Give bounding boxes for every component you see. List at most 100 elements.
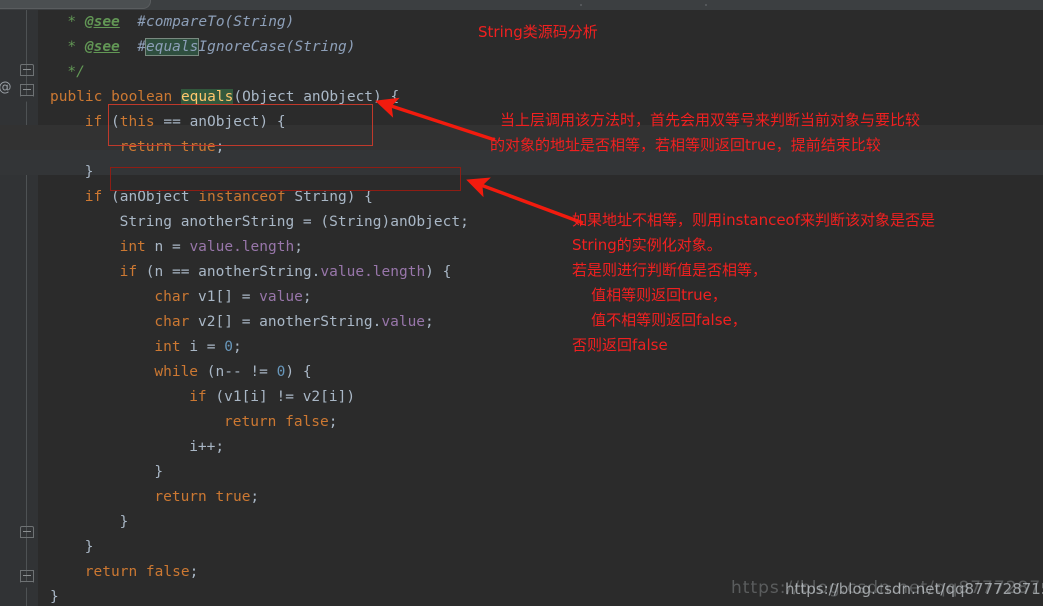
code-token: String anotherString = (String)anObject [119, 214, 461, 230]
code-token: value [320, 264, 365, 280]
annotation-block-1-line-1: 当上层调用该方法时，首先会用双等号来判断当前对象与要比较 [500, 111, 921, 129]
code-token: ) { [285, 364, 312, 380]
code-line-text: public boolean equals(Object anObject) { [38, 85, 399, 110]
annotation-block-2-line-6: 否则返回false [572, 336, 668, 354]
code-token: this [119, 114, 155, 130]
editor-window: @ * @see #compareTo(String)* @see #equal… [0, 0, 1043, 606]
code-token: value [189, 239, 234, 255]
code-line[interactable]: while (n-- != 0) { [38, 360, 1043, 385]
code-line-text: return false; [38, 410, 338, 435]
annotation-title: String类源码分析 [478, 23, 598, 41]
code-line[interactable]: } [38, 160, 1043, 185]
code-token: (n == anotherString. [145, 264, 321, 280]
code-token: ) { [373, 89, 400, 105]
code-token: IgnoreCase(String) [198, 39, 356, 55]
code-token: @see [84, 39, 120, 55]
code-line-text: int n = value.length; [38, 235, 303, 260]
watermark-front: https://blog.csdn.net/qq877728715 [785, 580, 1043, 598]
annotation-block-2-line-3: 若是则进行判断值是否相等， [572, 261, 768, 279]
code-token: ; [294, 239, 303, 255]
code-token: if [119, 264, 146, 280]
code-line-text: } [38, 510, 129, 535]
fold-collapsed-icon[interactable] [20, 84, 34, 96]
code-token: ; [425, 314, 434, 330]
code-line-text: i++; [38, 435, 224, 460]
code-line-text: if (n == anotherString.value.length) { [38, 260, 452, 285]
strip-dot [580, 4, 582, 6]
code-token: } [154, 464, 164, 480]
code-line-text: int i = 0; [38, 335, 241, 360]
code-line-text: char v2[] = anotherString.value; [38, 310, 434, 335]
fold-collapsed-icon[interactable] [20, 570, 34, 582]
code-token: equals [180, 89, 234, 105]
code-line-text: } [38, 460, 163, 485]
code-token: * [67, 14, 85, 30]
code-line[interactable]: } [38, 510, 1043, 535]
code-token: ) { [425, 264, 452, 280]
code-token: (anObject [111, 189, 199, 205]
code-token: value [259, 289, 303, 305]
annotation-block-2-line-1: 如果地址不相等，则用instanceof来判断该对象是否是 [572, 211, 936, 229]
code-token: v2[] = anotherString. [198, 314, 382, 330]
code-line[interactable]: int i = 0; [38, 335, 1043, 360]
code-token: v1[] = [198, 289, 260, 305]
strip-dot [705, 4, 707, 6]
fold-open-icon[interactable] [20, 64, 34, 76]
code-line[interactable]: } [38, 460, 1043, 485]
code-token: anObject [294, 89, 374, 105]
code-line-text: */ [38, 60, 85, 85]
code-line[interactable]: public boolean equals(Object anObject) { [38, 85, 1043, 110]
code-token: i++; [189, 439, 225, 455]
code-token: i = [189, 339, 225, 355]
annotation-at-icon: @ [0, 80, 12, 96]
code-line-text: } [38, 160, 94, 185]
code-token: ; [189, 564, 199, 580]
fold-open-icon[interactable] [20, 526, 34, 538]
code-token: ; [215, 139, 225, 155]
code-line[interactable]: i++; [38, 435, 1043, 460]
code-token: equals [144, 38, 200, 56]
code-line-text: return false; [38, 560, 199, 585]
code-line-text: char v1[] = value; [38, 285, 312, 310]
code-token: value [381, 314, 426, 330]
code-token: return [119, 139, 181, 155]
code-token: false [285, 414, 329, 430]
code-token: # [137, 39, 146, 55]
code-line[interactable]: if (anObject instanceof String) { [38, 185, 1043, 210]
annotation-block-2-line-2: String的实例化对象。 [572, 236, 722, 254]
code-token: (n-- != [206, 364, 277, 380]
code-line[interactable]: return true; [38, 485, 1043, 510]
code-line[interactable]: if (v1[i] != v2[i]) [38, 385, 1043, 410]
code-token: .length [233, 239, 295, 255]
code-line-text: String anotherString = (String)anObject; [38, 210, 469, 235]
code-line[interactable]: char v1[] = value; [38, 285, 1043, 310]
code-line-text: return true; [38, 135, 225, 160]
code-token: char [154, 314, 199, 330]
code-line[interactable]: return false; [38, 410, 1043, 435]
code-line[interactable]: */ [38, 60, 1043, 85]
code-line[interactable]: } [38, 535, 1043, 560]
code-token: ( [111, 114, 120, 130]
code-token: */ [67, 64, 85, 80]
code-token: int [154, 339, 190, 355]
code-line[interactable]: char v2[] = anotherString.value; [38, 310, 1043, 335]
code-token: char [154, 289, 199, 305]
code-token: true [180, 139, 216, 155]
code-token: if [84, 114, 111, 130]
code-line-text: if (anObject instanceof String) { [38, 185, 373, 210]
code-token: } [84, 539, 94, 555]
code-line[interactable]: int n = value.length; [38, 235, 1043, 260]
code-line[interactable]: if (n == anotherString.value.length) { [38, 260, 1043, 285]
code-token: while [154, 364, 207, 380]
code-token: ( [233, 89, 243, 105]
code-token: ; [302, 289, 312, 305]
code-token: #compareTo(String) [137, 14, 295, 30]
code-line-text: if (v1[i] != v2[i]) [38, 385, 355, 410]
code-area[interactable]: * @see #compareTo(String) * @see #equalsI… [0, 10, 1043, 606]
code-token: public [50, 89, 112, 105]
code-token: false [145, 564, 190, 580]
code-token: .length [364, 264, 426, 280]
code-token: if [84, 189, 111, 205]
code-token: instanceof [198, 189, 295, 205]
